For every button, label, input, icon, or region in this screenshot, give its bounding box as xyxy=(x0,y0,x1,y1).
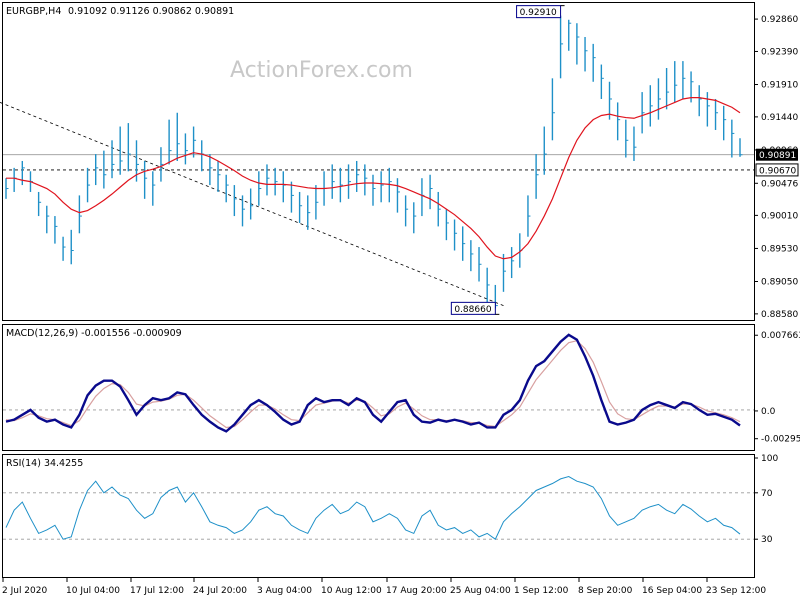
x-tick-label: 16 Sep 04:00 xyxy=(642,586,702,596)
x-tick-label: 10 Jul 04:00 xyxy=(66,586,120,596)
x-tick-label: 23 Sep 12:00 xyxy=(706,586,766,596)
macd-panel-frame xyxy=(2,324,755,451)
x-tick-label: 24 Jul 20:00 xyxy=(193,586,247,596)
rsi-y-tick-label: 100 xyxy=(761,454,778,464)
rsi-panel-frame xyxy=(2,454,755,578)
price-y-tick-label: 0.89050 xyxy=(761,277,798,287)
macd-y-tick-label: -0.002952 xyxy=(761,435,800,445)
x-tick-label: 2 Jul 2020 xyxy=(2,586,47,596)
current-price-label: 0.90891 xyxy=(759,151,796,161)
price-annotation-label: 0.92910 xyxy=(520,8,557,18)
x-tick-label: 3 Aug 04:00 xyxy=(257,586,312,596)
price-legend: EURGBP,H4 0.91092 0.91126 0.90862 0.9089… xyxy=(6,6,234,17)
chart-container: ActionForex.com EURGBP,H4 0.91092 0.9112… xyxy=(0,0,800,600)
x-tick-label: 25 Aug 04:00 xyxy=(450,586,511,596)
x-tick-label: 1 Sep 12:00 xyxy=(514,586,569,596)
rsi-y-tick-label: 30 xyxy=(761,535,773,545)
support-level-label: 0.90670 xyxy=(759,166,796,176)
price-annotation-label: 0.88660 xyxy=(454,305,491,315)
ohlc-label: 0.91092 0.91126 0.90862 0.90891 xyxy=(68,6,234,17)
x-tick-label: 17 Jul 12:00 xyxy=(130,586,184,596)
macd-y-tick-label: 0.0 xyxy=(761,407,776,417)
x-tick-label: 17 Aug 20:00 xyxy=(386,586,447,596)
price-y-tick-label: 0.92390 xyxy=(761,47,798,57)
price-y-tick-label: 0.90476 xyxy=(761,179,798,189)
price-y-tick-label: 0.89530 xyxy=(761,244,798,254)
chart-svg: ActionForex.com EURGBP,H4 0.91092 0.9112… xyxy=(0,2,800,596)
price-y-tick-label: 0.88580 xyxy=(761,310,798,320)
price-panel-frame xyxy=(2,2,755,321)
symbol-label: EURGBP,H4 xyxy=(6,6,61,17)
price-y-tick-label: 0.91910 xyxy=(761,81,798,91)
macd-y-tick-label: 0.007663 xyxy=(761,331,800,341)
x-tick-label: 10 Aug 12:00 xyxy=(321,586,382,596)
price-y-tick-label: 0.90010 xyxy=(761,211,798,221)
price-y-tick-label: 0.91440 xyxy=(761,113,798,123)
macd-title: MACD(12,26,9) -0.001556 -0.000909 xyxy=(6,328,182,339)
rsi-y-tick-label: 70 xyxy=(761,489,773,499)
watermark-text: ActionForex.com xyxy=(230,58,413,83)
price-y-tick-label: 0.92860 xyxy=(761,15,798,25)
x-tick-label: 8 Sep 20:00 xyxy=(578,586,633,596)
rsi-title: RSI(14) 34.4255 xyxy=(6,458,83,469)
